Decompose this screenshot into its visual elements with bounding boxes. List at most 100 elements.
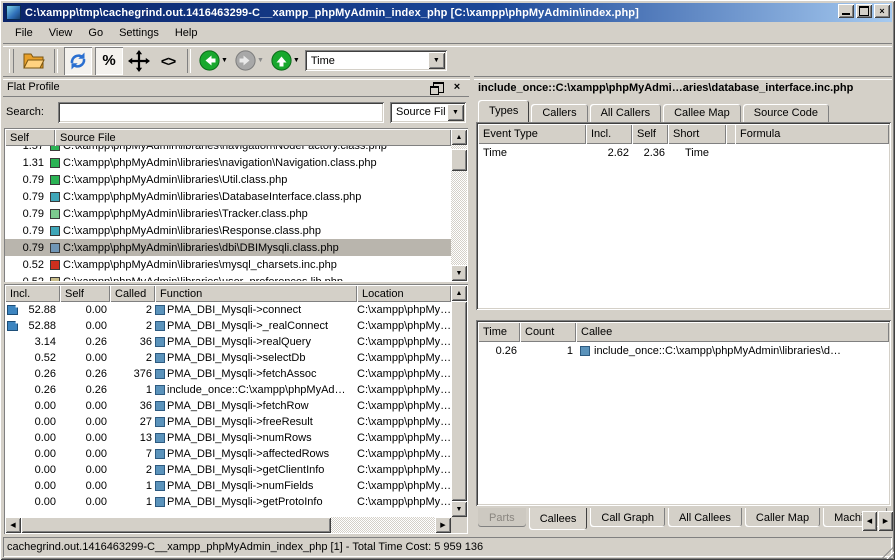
source-file-row[interactable]: 0.79C:\xampp\phpMyAdmin\libraries\Databa… — [5, 188, 451, 205]
tab-callers[interactable]: Callers — [531, 104, 587, 122]
tab-all-callees[interactable]: All Callees — [668, 508, 742, 527]
column-header-formula[interactable]: Formula — [735, 124, 889, 144]
percent-toggle-button[interactable]: % — [95, 47, 123, 75]
tab-callees[interactable]: Callees — [529, 508, 588, 530]
function-row[interactable]: 0.000.0013PMA_DBI_Mysqli->numRowsC:\xamp… — [5, 430, 451, 446]
menu-item-go[interactable]: Go — [80, 24, 111, 42]
function-table-hscrollbar[interactable]: ◀ ▶ — [5, 517, 451, 533]
scroll-down-icon[interactable]: ▼ — [451, 501, 467, 517]
source-file-row[interactable]: 0.52C:\xampp\phpMyAdmin\libraries\mysql_… — [5, 256, 451, 273]
tab-types[interactable]: Types — [478, 100, 529, 122]
tab-all-callers[interactable]: All Callers — [590, 104, 662, 122]
function-row[interactable]: 0.000.002PMA_DBI_Mysqli->getClientInfoC:… — [5, 462, 451, 478]
scroll-thumb[interactable] — [21, 517, 331, 533]
up-dropdown-icon[interactable]: ▼ — [293, 57, 300, 64]
function-row[interactable]: 0.000.007PMA_DBI_Mysqli->affectedRowsC:\… — [5, 446, 451, 462]
scrollbar-corner — [451, 517, 467, 533]
tab-scroll-right-icon[interactable]: ▶ — [878, 511, 893, 531]
tab-source-code[interactable]: Source Code — [743, 104, 829, 122]
function-row[interactable]: 0.000.001PMA_DBI_Mysqli->numFieldsC:\xam… — [5, 478, 451, 494]
event-type-combo[interactable]: Time ▼ — [305, 50, 447, 71]
column-header-location[interactable]: Location — [357, 285, 451, 302]
minimize-button[interactable] — [838, 4, 854, 18]
shorten-templates-button[interactable]: <> — [155, 47, 181, 75]
scroll-right-icon[interactable]: ▶ — [435, 517, 451, 533]
function-icon — [155, 433, 165, 443]
column-header-self[interactable]: Self — [5, 129, 55, 146]
function-row[interactable]: 0.000.0027PMA_DBI_Mysqli->freeResultC:\x… — [5, 414, 451, 430]
scroll-up-icon[interactable]: ▲ — [451, 129, 467, 145]
source-file-row[interactable]: 0.52C:\xampp\phpMyAdmin\libraries\user_p… — [5, 273, 451, 281]
combo-dropdown-icon[interactable]: ▼ — [447, 104, 464, 121]
source-list-vscrollbar[interactable]: ▲ ▼ — [451, 129, 467, 281]
search-input[interactable] — [58, 102, 384, 123]
scroll-up-icon[interactable]: ▲ — [451, 285, 467, 301]
dock-float-button[interactable] — [430, 80, 446, 94]
column-header-function[interactable]: Function — [155, 285, 357, 302]
back-dropdown-icon[interactable]: ▼ — [221, 57, 228, 64]
scroll-thumb[interactable] — [451, 149, 467, 171]
column-header-count[interactable]: Count — [520, 322, 576, 342]
scroll-down-icon[interactable]: ▼ — [451, 265, 467, 281]
up-button-group[interactable]: ▼ — [271, 50, 300, 71]
function-label: PMA_DBI_Mysqli->connect — [167, 304, 301, 316]
function-name: PMA_DBI_Mysqli->numRows — [155, 432, 357, 444]
function-row[interactable]: 52.880.002PMA_DBI_Mysqli->connectC:\xamp… — [5, 302, 451, 318]
callees-table: TimeCountCallee 0.261include_once::C:\xa… — [476, 320, 891, 506]
open-folder-icon — [23, 52, 45, 70]
menu-item-help[interactable]: Help — [167, 24, 206, 42]
column-header-incl[interactable]: Incl. — [586, 124, 632, 144]
function-table-vscrollbar[interactable]: ▲ ▼ — [451, 285, 467, 517]
column-header-callee[interactable]: Callee — [576, 322, 889, 342]
callee-row[interactable]: 0.261include_once::C:\xampp\phpMyAdmin\l… — [478, 342, 889, 360]
tab-scroll-left-icon[interactable]: ◀ — [862, 511, 877, 531]
tab-caller-map[interactable]: Caller Map — [745, 508, 820, 527]
forward-dropdown-icon[interactable]: ▼ — [257, 57, 264, 64]
combo-dropdown-icon[interactable]: ▼ — [428, 52, 445, 69]
column-header-time[interactable]: Time — [478, 322, 520, 342]
incl-text: 0.00 — [35, 432, 56, 444]
forward-button-group[interactable]: ▼ — [235, 50, 264, 71]
function-row[interactable]: 52.880.002PMA_DBI_Mysqli->_realConnectC:… — [5, 318, 451, 334]
column-header-short[interactable]: Short — [668, 124, 726, 144]
detail-panel: include_once::C:\xampp\phpMyAdmi…aries\d… — [474, 78, 893, 534]
column-header-source-file[interactable]: Source File — [55, 129, 451, 146]
function-row[interactable]: 0.260.261include_once::C:\xampp\phpMyAd…… — [5, 382, 451, 398]
column-header-called[interactable]: Called — [110, 285, 155, 302]
back-button-group[interactable]: ▼ — [199, 50, 228, 71]
maximize-button[interactable] — [856, 4, 872, 18]
scroll-thumb[interactable] — [451, 301, 467, 501]
source-file-row[interactable]: 0.79C:\xampp\phpMyAdmin\libraries\Tracke… — [5, 205, 451, 222]
tab-call-graph[interactable]: Call Graph — [590, 508, 665, 527]
dock-title-bar[interactable]: Flat Profile × — [3, 78, 469, 97]
open-file-button[interactable] — [20, 47, 48, 75]
event-type-row[interactable]: Time2.622.36Time — [478, 144, 889, 162]
menu-item-view[interactable]: View — [41, 24, 81, 42]
group-by-combo[interactable]: Source File ▼ — [390, 102, 466, 123]
reload-button[interactable] — [64, 47, 92, 75]
function-row[interactable]: 0.260.26376PMA_DBI_Mysqli->fetchAssocC:\… — [5, 366, 451, 382]
function-row[interactable]: 0.520.002PMA_DBI_Mysqli->selectDbC:\xamp… — [5, 350, 451, 366]
tab-callee-map[interactable]: Callee Map — [663, 104, 741, 122]
source-file-row[interactable]: 0.79C:\xampp\phpMyAdmin\libraries\Respon… — [5, 222, 451, 239]
toolbar-separator — [187, 49, 191, 73]
relative-to-parent-button[interactable] — [126, 47, 152, 75]
menu-item-file[interactable]: File — [7, 24, 41, 42]
toolbar-drag-handle[interactable] — [9, 49, 14, 73]
source-file-row[interactable]: 0.79C:\xampp\phpMyAdmin\libraries\dbi\DB… — [5, 239, 451, 256]
source-file-row[interactable]: 1.31C:\xampp\phpMyAdmin\libraries\naviga… — [5, 154, 451, 171]
column-header-incl[interactable]: Incl. — [5, 285, 60, 302]
function-row[interactable]: 0.000.001PMA_DBI_Mysqli->getProtoInfoC:\… — [5, 494, 451, 510]
close-button[interactable]: × — [874, 4, 890, 18]
column-header-eventtype[interactable]: Event Type — [478, 124, 586, 144]
column-header-self[interactable]: Self — [60, 285, 110, 302]
dock-close-button[interactable]: × — [449, 80, 465, 94]
source-file-row[interactable]: 1.57C:\xampp\phpMyAdmin\libraries\naviga… — [5, 146, 451, 154]
menu-item-settings[interactable]: Settings — [111, 24, 167, 42]
function-row[interactable]: 3.140.2636PMA_DBI_Mysqli->realQueryC:\xa… — [5, 334, 451, 350]
scroll-left-icon[interactable]: ◀ — [5, 517, 21, 533]
function-row[interactable]: 0.000.0036PMA_DBI_Mysqli->fetchRowC:\xam… — [5, 398, 451, 414]
source-file-row[interactable]: 0.79C:\xampp\phpMyAdmin\libraries\Util.c… — [5, 171, 451, 188]
function-label: PMA_DBI_Mysqli->selectDb — [167, 352, 305, 364]
column-header-self[interactable]: Self — [632, 124, 668, 144]
